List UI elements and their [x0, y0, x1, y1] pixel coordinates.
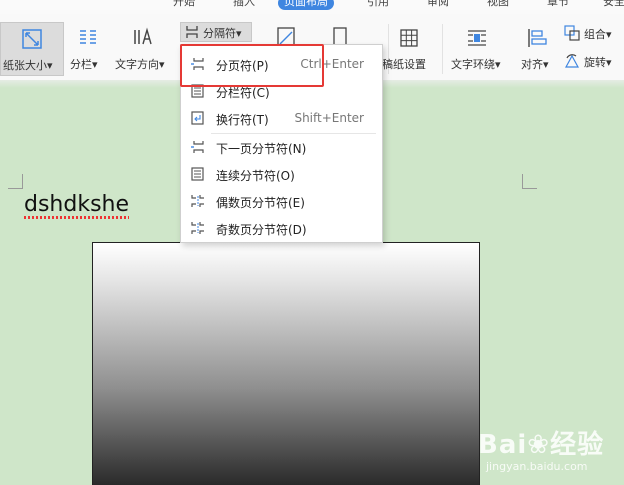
tab-strip: 开始 插入 页面布局 引用 审阅 视图 章节 安全: [0, 0, 624, 14]
page-corner-mark: [522, 174, 537, 189]
continuous-section-icon: [191, 167, 204, 181]
text-wrap-icon: [468, 30, 486, 46]
rotate-button[interactable]: 旋转▾: [562, 52, 624, 72]
paper-size-icon: [22, 29, 42, 49]
annotation-highlight-box: [180, 44, 324, 87]
even-page-section-icon: [191, 195, 204, 207]
text-wrap-button[interactable]: 文字环绕▾: [448, 22, 506, 76]
ribbon-divider: [442, 24, 443, 74]
menu-item-odd-page-section[interactable]: 奇数页分节符(D): [181, 215, 382, 241]
paper-size-label: 纸张大小▾: [3, 59, 53, 72]
columns-button[interactable]: 分栏▾: [68, 22, 108, 76]
align-icon: [528, 29, 547, 47]
rotate-icon: [564, 54, 580, 68]
tab-view[interactable]: 视图: [484, 0, 512, 10]
line-break-icon: [191, 111, 204, 125]
watermark-url: jingyan.baidu.com: [486, 460, 588, 473]
manuscript-settings-label: 稿纸设置: [382, 58, 426, 71]
paper-size-button[interactable]: 纸张大小▾: [0, 22, 64, 76]
columns-icon: [80, 30, 96, 44]
menu-item-continuous-section[interactable]: 连续分节符(O): [181, 161, 382, 187]
columns-label: 分栏▾: [70, 58, 98, 71]
watermark-brand-suffix: 经验: [550, 430, 605, 460]
tab-review[interactable]: 审阅: [424, 0, 452, 10]
menu-item-even-page-section[interactable]: 偶数页分节符(E): [181, 188, 382, 214]
paw-icon: ❀: [527, 430, 551, 460]
next-page-section-icon: [191, 141, 204, 153]
rotate-label: 旋转▾: [584, 56, 612, 69]
manuscript-settings-button[interactable]: 稿纸设置: [382, 22, 434, 76]
separator-label: 分隔符▾: [203, 27, 242, 40]
tab-page-layout[interactable]: 页面布局: [278, 0, 334, 10]
tab-references[interactable]: 引用: [364, 0, 392, 10]
page-corner-mark: [8, 174, 23, 189]
group-icon: [564, 25, 580, 41]
menu-item-next-page-section[interactable]: 下一页分节符(N): [181, 134, 382, 160]
tab-insert[interactable]: 插入: [230, 0, 258, 10]
baidu-watermark: Bai❀经验 jingyan.baidu.com: [478, 424, 605, 473]
text-direction-icon: [134, 27, 152, 45]
separator-icon: [186, 26, 198, 38]
spellcheck-underline: [24, 216, 130, 219]
text-direction-button[interactable]: 文字方向▾: [112, 22, 174, 76]
align-label: 对齐▾: [521, 58, 549, 71]
group-label: 组合▾: [584, 28, 612, 41]
text-direction-label: 文字方向▾: [115, 58, 165, 71]
group-button[interactable]: 组合▾: [562, 24, 624, 44]
separator-button[interactable]: 分隔符▾: [180, 22, 252, 42]
watermark-brand: Bai: [478, 430, 528, 460]
text-wrap-label: 文字环绕▾: [451, 58, 501, 71]
tab-security[interactable]: 安全: [600, 0, 624, 10]
menu-item-line-break[interactable]: 换行符(T) Shift+Enter: [181, 105, 382, 131]
gradient-image[interactable]: [92, 242, 480, 485]
tab-chapter[interactable]: 章节: [544, 0, 572, 10]
manuscript-grid-icon: [400, 29, 418, 47]
document-text[interactable]: dshdkshe: [24, 192, 130, 219]
align-button[interactable]: 对齐▾: [518, 22, 556, 76]
odd-page-section-icon: [191, 222, 204, 234]
tab-home[interactable]: 开始: [170, 0, 198, 10]
